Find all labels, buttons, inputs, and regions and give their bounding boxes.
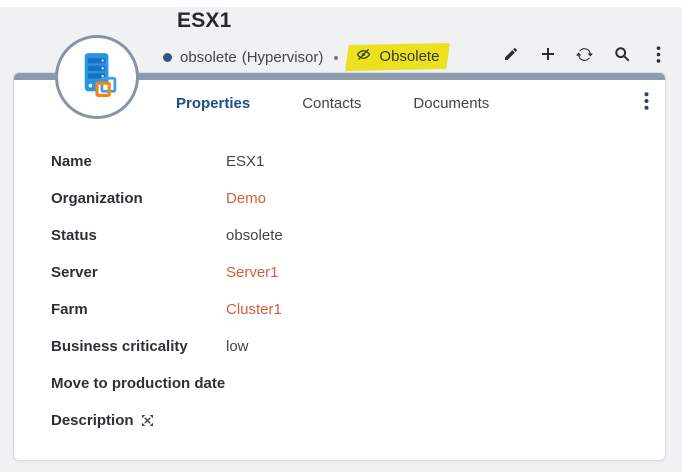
property-label: Server (51, 264, 226, 281)
status-line: obsolete (Hypervisor) Obsolete (163, 45, 448, 69)
property-label: Status (51, 227, 226, 244)
property-label: Move to production date (51, 375, 226, 392)
tab-properties[interactable]: Properties (176, 95, 250, 112)
property-value: low (226, 338, 249, 355)
action-toolbar (502, 43, 667, 65)
obsolete-badge: Obsolete (347, 44, 448, 70)
object-details-panel: Properties Contacts Documents Name ESX1 … (13, 72, 666, 461)
property-label: Name (51, 153, 226, 170)
pencil-icon (503, 46, 519, 62)
organization-link[interactable]: Demo (226, 190, 266, 207)
tabs-more-button[interactable] (644, 92, 649, 114)
plus-icon (540, 46, 556, 62)
expand-toggle-icon[interactable] (141, 414, 154, 427)
farm-link[interactable]: Cluster1 (226, 301, 282, 318)
eye-slash-icon (354, 47, 373, 66)
property-value: ESX1 (226, 153, 264, 170)
tab-contacts[interactable]: Contacts (302, 95, 361, 112)
properties-list: Name ESX1 Organization Demo Status obsol… (14, 126, 665, 429)
property-row: Name ESX1 (51, 153, 665, 170)
page-title: ESX1 (177, 9, 232, 33)
property-value: obsolete (226, 227, 283, 244)
property-label: Description (51, 412, 226, 429)
separator-dot-icon (334, 56, 338, 60)
property-row: Business criticality low (51, 338, 665, 355)
top-strip (0, 0, 682, 7)
object-avatar (55, 35, 139, 119)
kebab-menu-icon (644, 97, 649, 114)
property-row: Farm Cluster1 (51, 301, 665, 318)
refresh-button[interactable] (576, 46, 593, 63)
property-row: Server Server1 (51, 264, 665, 281)
search-icon (614, 46, 630, 62)
status-bullet-icon (163, 53, 172, 62)
hypervisor-server-icon (71, 49, 123, 106)
edit-button[interactable] (502, 46, 519, 63)
tab-documents[interactable]: Documents (413, 95, 489, 112)
header-more-button[interactable] (650, 46, 667, 63)
search-button[interactable] (613, 46, 630, 63)
property-row: Description (51, 412, 665, 429)
property-label-text: Description (51, 412, 134, 429)
property-row: Status obsolete (51, 227, 665, 244)
status-class: (Hypervisor) (242, 49, 324, 66)
property-row: Move to production date (51, 375, 665, 392)
status-state: obsolete (180, 49, 237, 66)
property-label: Organization (51, 190, 226, 207)
server-link[interactable]: Server1 (226, 264, 279, 281)
property-row: Organization Demo (51, 190, 665, 207)
refresh-icon (576, 46, 593, 63)
property-label: Farm (51, 301, 226, 318)
kebab-menu-icon (656, 46, 661, 63)
property-label: Business criticality (51, 338, 226, 355)
new-button[interactable] (539, 46, 556, 63)
obsolete-badge-label: Obsolete (379, 48, 439, 65)
